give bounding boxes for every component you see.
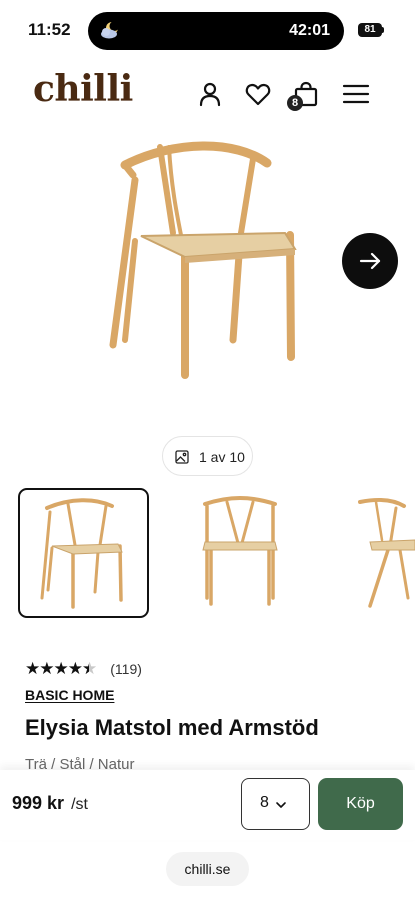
brand-link[interactable]: BASIC HOME bbox=[25, 687, 114, 703]
next-image-button[interactable] bbox=[342, 233, 398, 289]
menu-icon[interactable] bbox=[342, 80, 370, 108]
buy-button[interactable]: Köp bbox=[318, 778, 403, 830]
timer-readout: 42:01 bbox=[289, 22, 330, 39]
image-counter-text: 1 av 10 bbox=[199, 449, 245, 465]
account-icon[interactable] bbox=[196, 80, 224, 108]
status-bar: 11:52 42:01 81 bbox=[0, 0, 415, 62]
star-icon: ★ bbox=[39, 659, 54, 679]
star-icon: ★ bbox=[67, 659, 83, 679]
logo[interactable]: chilli bbox=[33, 68, 133, 110]
thumbnail-image bbox=[358, 497, 415, 608]
thumbnail-image bbox=[202, 496, 278, 606]
buy-bar: 999 kr /st 8 Köp bbox=[0, 770, 415, 840]
price-amount: 999 kr bbox=[12, 793, 65, 813]
image-icon bbox=[175, 450, 189, 464]
buy-button-label: Köp bbox=[346, 795, 375, 812]
cart-badge: 8 bbox=[287, 95, 303, 111]
product-image[interactable] bbox=[85, 135, 320, 390]
star-icon: ★ bbox=[25, 659, 40, 679]
arrow-right-icon bbox=[359, 252, 381, 270]
address-bar[interactable]: chilli.se bbox=[166, 852, 249, 886]
star-half-icon: ★★ bbox=[82, 659, 97, 679]
status-time: 11:52 bbox=[28, 20, 71, 39]
url-text: chilli.se bbox=[184, 861, 231, 877]
thumbnail-1[interactable] bbox=[18, 488, 149, 618]
quantity-value: 8 bbox=[260, 794, 269, 811]
review-count[interactable]: (119) bbox=[110, 661, 142, 677]
cloud-moon-icon bbox=[101, 21, 120, 39]
site-header: chilli bbox=[0, 62, 415, 128]
dynamic-island[interactable]: 42:01 bbox=[88, 12, 344, 50]
quantity-select[interactable]: 8 bbox=[241, 778, 310, 830]
price-unit: /st bbox=[71, 796, 88, 813]
price: 999 kr /st bbox=[12, 793, 88, 814]
thumbnail-3[interactable] bbox=[330, 488, 415, 618]
battery-icon: 81 bbox=[358, 23, 382, 37]
battery-cap bbox=[382, 27, 384, 33]
chevron-down-icon bbox=[276, 802, 286, 808]
thumbnail-image bbox=[40, 498, 123, 609]
star-icon: ★ bbox=[53, 659, 69, 679]
product-title: Elysia Matstol med Armstöd bbox=[25, 715, 319, 740]
image-counter[interactable]: 1 av 10 bbox=[162, 436, 253, 476]
rating[interactable]: ★ ★ ★ ★ ★★ (119) bbox=[25, 659, 142, 679]
battery-level: 81 bbox=[364, 24, 376, 35]
thumbnail-2[interactable] bbox=[175, 488, 305, 618]
heart-icon[interactable] bbox=[244, 80, 272, 108]
